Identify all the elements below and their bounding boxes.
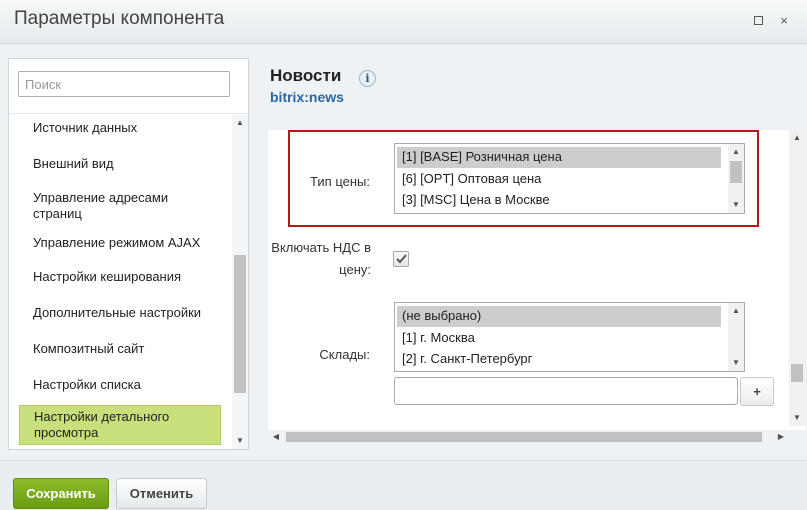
save-button[interactable]: Сохранить	[13, 478, 109, 509]
add-store-button[interactable]: +	[740, 377, 774, 406]
close-icon[interactable]: ×	[777, 14, 791, 28]
sidebar-item-caching[interactable]: Настройки кеширования	[19, 266, 221, 288]
price-type-listbox[interactable]: [1] [BASE] Розничная цена [6] [OPT] Опто…	[394, 143, 745, 214]
search-input[interactable]	[18, 71, 230, 97]
listbox-option[interactable]: [6] [OPT] Оптовая цена	[397, 169, 721, 190]
scroll-down-icon[interactable]: ▼	[232, 433, 248, 449]
dialog-footer: Сохранить Отменить	[0, 460, 807, 510]
component-params-dialog: Параметры компонента × Источник данных В…	[0, 0, 807, 510]
scrollbar-thumb[interactable]	[286, 432, 762, 442]
price-type-label: Тип цены:	[310, 174, 370, 189]
listbox-scrollbar[interactable]: ▲ ▼	[728, 303, 744, 371]
scroll-right-icon[interactable]: ▶	[773, 430, 789, 444]
sidebar-item-composite[interactable]: Композитный сайт	[19, 338, 221, 360]
sections-sidebar: Источник данных Внешний вид Управление а…	[8, 58, 249, 450]
scroll-left-icon[interactable]: ◀	[268, 430, 284, 444]
info-icon[interactable]: i	[359, 70, 376, 87]
scroll-down-icon[interactable]: ▼	[789, 410, 805, 426]
scroll-up-icon[interactable]: ▲	[789, 130, 805, 146]
component-code: bitrix:news	[270, 89, 344, 105]
scroll-up-icon[interactable]: ▲	[728, 144, 744, 160]
component-title: Новости	[270, 66, 342, 85]
listbox-option[interactable]: [2] г. Санкт-Петербург	[397, 349, 721, 370]
sidebar-item-data-source[interactable]: Источник данных	[19, 117, 221, 139]
check-icon	[396, 254, 407, 264]
listbox-option[interactable]: [3] [MSC] Цена в Москве	[397, 190, 721, 211]
stores-label: Склады:	[319, 347, 370, 362]
scroll-down-icon[interactable]: ▼	[728, 355, 744, 371]
listbox-scrollbar[interactable]: ▲ ▼	[728, 144, 744, 213]
dialog-titlebar[interactable]: Параметры компонента ×	[0, 0, 807, 44]
scroll-up-icon[interactable]: ▲	[232, 115, 248, 131]
listbox-option[interactable]: [1] г. Москва	[397, 328, 721, 349]
sidebar-item-ajax-mode[interactable]: Управление режимом AJAX	[19, 232, 221, 254]
sidebar-item-list-settings[interactable]: Настройки списка	[19, 374, 221, 396]
sections-list: Источник данных Внешний вид Управление а…	[9, 115, 233, 449]
sidebar-item-url-management[interactable]: Управление адресами страниц	[19, 187, 221, 225]
cancel-button[interactable]: Отменить	[116, 478, 207, 509]
dialog-content: Источник данных Внешний вид Управление а…	[0, 44, 807, 460]
scroll-down-icon[interactable]: ▼	[728, 197, 744, 213]
maximize-icon[interactable]	[751, 14, 765, 28]
params-horizontal-scrollbar[interactable]: ◀ ▶	[268, 430, 789, 444]
vat-label-line1: Включать НДС в	[271, 240, 371, 255]
scrollbar-thumb[interactable]	[791, 364, 803, 382]
sidebar-item-additional[interactable]: Дополнительные настройки	[19, 302, 221, 324]
vat-checkbox[interactable]	[393, 251, 409, 267]
listbox-option[interactable]: [1] [BASE] Розничная цена	[397, 147, 721, 168]
sidebar-item-appearance[interactable]: Внешний вид	[19, 153, 221, 175]
params-vertical-scrollbar[interactable]: ▲ ▼	[789, 130, 806, 426]
listbox-option[interactable]: (не выбрано)	[397, 306, 721, 327]
dialog-title: Параметры компонента	[14, 8, 225, 29]
sidebar-item-detail-settings[interactable]: Настройки детального просмотра	[19, 405, 221, 445]
vat-label-line2: цену:	[339, 262, 371, 277]
scroll-up-icon[interactable]: ▲	[728, 303, 744, 319]
scrollbar-thumb[interactable]	[730, 161, 742, 183]
stores-listbox[interactable]: (не выбрано) [1] г. Москва [2] г. Санкт-…	[394, 302, 745, 372]
divider	[9, 113, 248, 114]
sidebar-scrollbar[interactable]: ▲ ▼	[232, 115, 248, 449]
scrollbar-thumb[interactable]	[234, 255, 246, 393]
stores-text-input[interactable]	[394, 377, 738, 405]
